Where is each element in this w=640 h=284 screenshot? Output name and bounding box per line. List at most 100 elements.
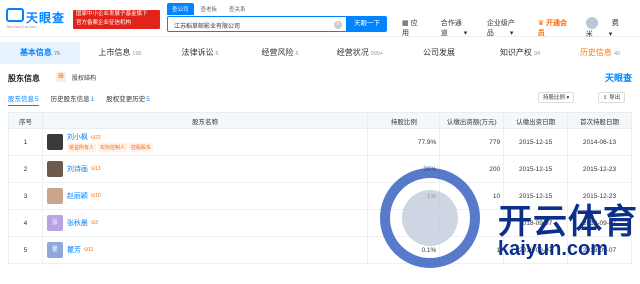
logo-mark-icon xyxy=(6,8,24,22)
nav-service-label: 企业级产品 xyxy=(486,20,515,37)
date-cell: 2018-09-07 xyxy=(503,209,569,237)
related-count-value: 11 xyxy=(88,247,94,253)
table-row: 4 张 张秋晨 ⛁3 2018-09-07 2018-09-07 xyxy=(8,209,632,237)
sort-select[interactable]: 持股比例 ▾ xyxy=(538,92,575,103)
nav-partner[interactable]: 合作通道 ▾ xyxy=(441,18,473,38)
shareholder-table: 序号 股东名称 持股比例 认缴出资额(万元) 认缴出资日期 首次持股日期 1 刘… xyxy=(8,112,632,264)
status-badge: 受益所有人 xyxy=(66,143,96,152)
col-amount[interactable]: 认缴出资额(万元) xyxy=(439,112,505,129)
related-count[interactable]: ⛁22 xyxy=(91,135,101,141)
main-tabs: 基本信息 76 上市信息 195 法律诉讼 6 经营风险 6 经营状况 999+ 公司发展… xyxy=(0,42,640,64)
tab-basic-info[interactable]: 基本信息 76 xyxy=(0,42,80,64)
search-tab-relation[interactable]: 查关系 xyxy=(224,3,251,15)
tab-label: 上市信息 xyxy=(98,48,131,57)
subtab-equity-changes[interactable]: 股权变更历史5 xyxy=(106,93,150,106)
clear-icon[interactable]: × xyxy=(334,21,342,29)
date-cell: 2018-09-07 xyxy=(503,236,569,264)
tab-count: 999+ xyxy=(370,51,384,57)
shareholder-cell: 张 张秋晨 ⛁3 xyxy=(41,209,369,237)
amount-cell: 779 xyxy=(439,128,505,156)
date-cell: 2015-12-15 xyxy=(503,182,569,210)
date-cell: 2015-12-15 xyxy=(503,128,569,156)
first-date-cell: 2015-12-23 xyxy=(567,182,632,210)
ratio-cell: 0.1% xyxy=(367,236,441,264)
subtab-label: 历史股东信息 xyxy=(50,96,90,103)
tab-risk[interactable]: 经营风险 6 xyxy=(240,42,320,64)
first-date-cell: 2018-09-07 xyxy=(567,209,632,237)
col-date[interactable]: 认缴出资日期 xyxy=(503,112,569,129)
tab-count: 76 xyxy=(53,51,61,57)
search-input-value: 江苏稻草邮影业有限公司 xyxy=(174,24,241,30)
table-row: 2 刘诗画 ⛁13 20% 200 2015-12-15 2015-12-23 xyxy=(8,155,632,183)
tab-label: 经营状况 xyxy=(336,48,369,57)
related-count[interactable]: ⛁13 xyxy=(91,166,101,172)
tab-history[interactable]: 历史信息 40 xyxy=(560,42,640,64)
col-name: 股东名称 xyxy=(41,112,369,129)
avatar[interactable] xyxy=(46,188,63,204)
ratio-cell: 1% xyxy=(367,182,441,210)
shareholder-name[interactable]: 瞿芳 xyxy=(67,245,81,255)
shareholder-name[interactable]: 刘诗画 xyxy=(67,164,88,174)
related-count-value: 22 xyxy=(95,135,101,141)
col-first-date[interactable]: 首次持股日期 xyxy=(567,112,632,129)
nav-service[interactable]: 企业级产品 ▾ xyxy=(487,18,524,38)
tab-development[interactable]: 公司发展 xyxy=(400,42,480,64)
nav-vip[interactable]: ♛ 开通会员 xyxy=(538,18,572,38)
subtab-history-shareholders[interactable]: 历史股东信息1 xyxy=(51,93,95,106)
export-label: 导出 xyxy=(609,95,621,101)
user-menu[interactable]: 费米 ▾ xyxy=(585,17,626,39)
row-no: 3 xyxy=(8,182,43,210)
site-logo[interactable]: 天眼查 TianYanCha.com xyxy=(6,8,66,30)
export-button[interactable]: ⇪ 导出 xyxy=(598,92,626,103)
status-badge: 实际控制人 xyxy=(97,143,127,152)
logo-url: TianYanCha.com xyxy=(6,24,37,29)
tab-lawsuit[interactable]: 法律诉讼 6 xyxy=(160,42,240,64)
badge-line1: 国家中小企业发展子基金旗下 xyxy=(76,11,148,17)
cert-badge[interactable]: 国家中小企业发展子基金旗下 官方备案企业征信机构 xyxy=(73,10,160,29)
sub-tabs: 股东信息5 历史股东信息1 股权变更历史5 xyxy=(8,93,150,106)
tab-listing[interactable]: 上市信息 195 xyxy=(80,42,160,64)
search-input[interactable]: 江苏稻草邮影业有限公司 × xyxy=(167,16,347,32)
search-tab-company[interactable]: 查公司 xyxy=(167,3,194,15)
shareholder-name[interactable]: 张秋晨 xyxy=(67,218,88,228)
panel-title: 股东信息 xyxy=(8,74,40,83)
avatar[interactable]: 张 xyxy=(46,215,63,231)
equity-icon[interactable]: ⊞ xyxy=(56,72,66,82)
shareholder-name[interactable]: 刘小枫 xyxy=(67,134,88,141)
nav-app[interactable]: ▦ 应用 xyxy=(402,18,427,38)
col-ratio[interactable]: 持股比例 xyxy=(367,112,441,129)
related-count[interactable]: ⛁3 xyxy=(91,220,98,226)
shareholder-cell: 刘诗画 ⛁13 xyxy=(41,155,369,183)
tab-ip[interactable]: 知识产权 94 xyxy=(480,42,560,64)
badge-line2: 官方备案企业征信机构 xyxy=(76,20,132,26)
shareholder-cell: 瞿 瞿芳 ⛁11 xyxy=(41,236,369,264)
subtab-shareholders[interactable]: 股东信息5 xyxy=(8,93,39,106)
search-button[interactable]: 天眼一下 xyxy=(347,16,387,32)
search-tab-boss[interactable]: 查老板 xyxy=(196,3,223,15)
table-header: 序号 股东名称 持股比例 认缴出资额(万元) 认缴出资日期 首次持股日期 xyxy=(8,112,632,129)
related-count[interactable]: ⛁11 xyxy=(84,247,93,253)
shareholder-name[interactable]: 赵丽颖 xyxy=(67,191,88,201)
status-badge: 控股股东 xyxy=(128,143,153,152)
avatar[interactable]: 瞿 xyxy=(46,242,63,258)
col-no: 序号 xyxy=(8,112,43,129)
avatar[interactable] xyxy=(46,134,63,150)
row-no: 1 xyxy=(8,128,43,156)
tab-label: 知识产权 xyxy=(499,48,532,57)
top-nav: ▦ 应用 合作通道 ▾ 企业级产品 ▾ ♛ 开通会员 费米 ▾ xyxy=(402,17,640,39)
top-bar: 天眼查 TianYanCha.com 国家中小企业发展子基金旗下 官方备案企业征… xyxy=(0,0,640,39)
related-count[interactable]: ⛁10 xyxy=(91,193,101,199)
table-row: 5 瞿 瞿芳 ⛁11 0.1% 1 2018-09-07 2018-09-07 xyxy=(8,236,632,264)
tab-operation[interactable]: 经营状况 999+ xyxy=(320,42,400,64)
nav-partner-label: 合作通道 xyxy=(440,20,462,37)
amount-cell xyxy=(439,209,505,237)
search-type-tabs: 查公司 查老板 查关系 xyxy=(167,3,251,15)
equity-structure-link[interactable]: 股权结构 xyxy=(72,73,96,82)
avatar[interactable] xyxy=(46,161,63,177)
tab-label: 基本信息 xyxy=(19,48,52,57)
table-row: 3 赵丽颖 ⛁10 1% 10 2015-12-15 2015-12-23 xyxy=(8,182,632,210)
shareholder-panel: 股东信息 ⊞ 股权结构 天眼查 股东信息5 历史股东信息1 股权变更历史5 持股… xyxy=(8,67,632,284)
panel-logo: 天眼查 xyxy=(604,73,632,83)
subtab-count: 1 xyxy=(90,96,95,103)
sort-label: 持股比例 xyxy=(543,95,566,101)
